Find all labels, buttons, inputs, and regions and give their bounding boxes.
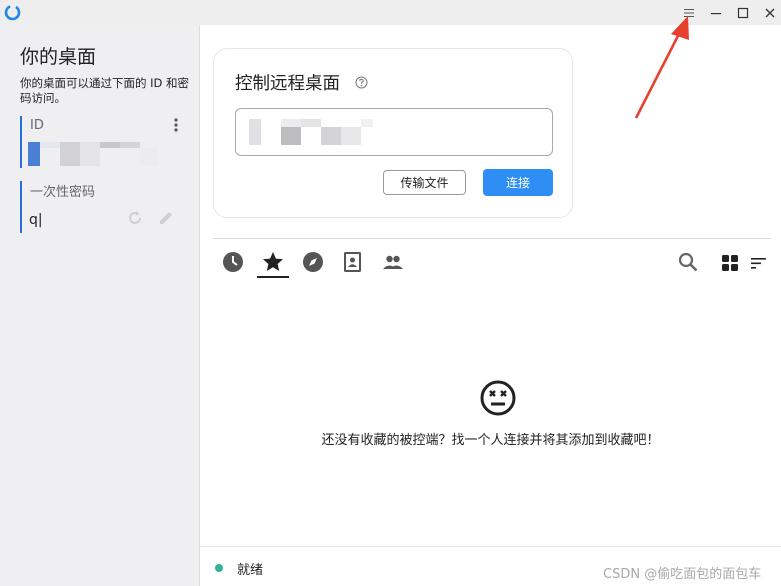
maximize-button[interactable] [730, 0, 756, 25]
your-desktop-title: 你的桌面 [20, 46, 97, 68]
edit-icon[interactable] [156, 208, 176, 228]
status-text: 就绪 [237, 563, 264, 578]
your-desktop-description: 你的桌面可以通过下面的 ID 和密码访问。 [20, 76, 190, 105]
maximize-icon [737, 7, 749, 18]
sort-icon[interactable] [749, 253, 769, 273]
grid-view-icon[interactable] [721, 254, 739, 272]
one-time-password-block: 一次性密码 q| [20, 181, 190, 233]
minimize-icon [711, 12, 721, 14]
people-icon[interactable] [381, 250, 405, 274]
id-value-pixelated [28, 142, 158, 166]
search-icon[interactable] [677, 251, 699, 273]
id-block: ID [20, 116, 190, 168]
id-label: ID [30, 118, 44, 133]
active-tab-indicator [257, 276, 289, 278]
minimize-button[interactable] [703, 0, 729, 25]
refresh-icon[interactable] [126, 209, 144, 227]
remote-id-input[interactable] [235, 108, 553, 156]
password-value: q| [29, 212, 43, 228]
status-indicator [215, 564, 223, 572]
star-icon[interactable] [261, 250, 285, 274]
help-icon[interactable] [355, 76, 368, 89]
more-options-icon[interactable] [171, 117, 181, 133]
control-remote-card: 控制远程桌面 传输文件 连接 [213, 48, 573, 218]
left-panel: 你的桌面 你的桌面可以通过下面的 ID 和密码访问。 ID 一次性密码 q| [0, 25, 200, 586]
empty-favorites-message: 还没有收藏的被控端？找一个人连接并将其添加到收藏吧！ [321, 433, 660, 448]
close-button[interactable] [757, 0, 781, 25]
watermark: CSDN @偷吃面包的面包车 [603, 567, 762, 582]
annotation-arrow-icon [634, 16, 689, 119]
transfer-file-button[interactable]: 传输文件 [383, 170, 466, 195]
clock-icon[interactable] [221, 250, 245, 274]
section-divider [213, 238, 771, 239]
sad-face-icon [480, 380, 516, 416]
status-bar-divider [200, 546, 781, 547]
address-book-icon[interactable] [341, 250, 365, 274]
close-icon [765, 8, 775, 17]
compass-icon[interactable] [301, 250, 325, 274]
control-remote-title: 控制远程桌面 [235, 74, 340, 94]
connect-button[interactable]: 连接 [483, 169, 553, 196]
app-logo-icon [4, 4, 21, 21]
password-label: 一次性密码 [30, 185, 96, 200]
